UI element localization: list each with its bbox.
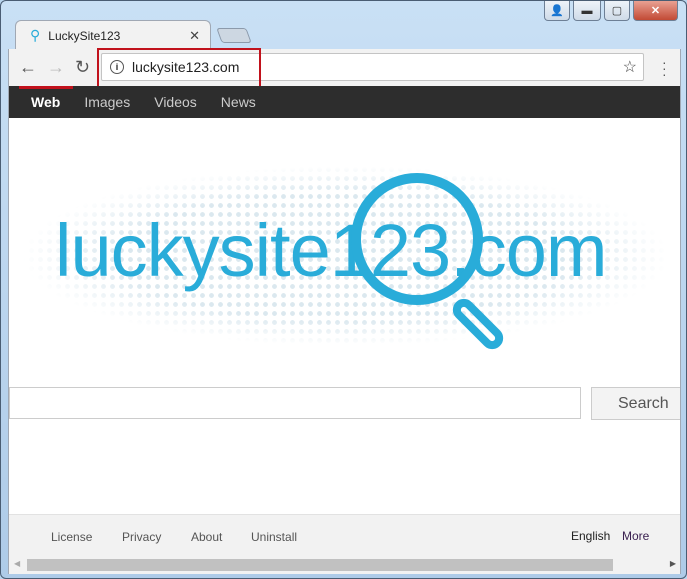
highlight-box: [97, 48, 261, 89]
search-input[interactable]: [9, 387, 581, 419]
site-logo: luckysite123.com: [55, 209, 608, 292]
new-tab-button[interactable]: [216, 28, 252, 43]
browser-window: 👤 ▬ ▢ ✕ ⚲ LuckySite123 ✕ ← → ↻ i luckysi…: [0, 0, 687, 579]
maximize-button[interactable]: ▢: [604, 1, 630, 21]
page-content: Web Images Videos News luckysite123.com …: [8, 86, 681, 574]
user-icon[interactable]: 👤: [544, 1, 570, 21]
close-button[interactable]: ✕: [633, 1, 678, 21]
scrollbar-thumb[interactable]: [27, 559, 613, 571]
nav-web[interactable]: Web: [31, 94, 60, 110]
footer-about[interactable]: About: [191, 530, 222, 544]
footer: License Privacy About Uninstall English …: [9, 514, 680, 574]
footer-license[interactable]: License: [51, 530, 92, 544]
star-icon[interactable]: ☆: [623, 57, 637, 77]
nav-news[interactable]: News: [221, 94, 256, 110]
nav-videos[interactable]: Videos: [154, 94, 197, 110]
minimize-button[interactable]: ▬: [573, 1, 601, 21]
footer-uninstall[interactable]: Uninstall: [251, 530, 297, 544]
footer-privacy[interactable]: Privacy: [122, 530, 161, 544]
language-link[interactable]: English: [571, 529, 610, 543]
magnifier-logo-icon: [351, 173, 483, 305]
reload-icon[interactable]: ↻: [75, 57, 90, 78]
menu-icon[interactable]: · · ·: [662, 55, 667, 81]
more-link[interactable]: More: [622, 529, 649, 543]
search-button[interactable]: Search: [591, 387, 680, 420]
scroll-right-icon[interactable]: ▶: [670, 559, 676, 568]
scroll-left-icon[interactable]: ◀: [14, 559, 20, 568]
back-icon[interactable]: ←: [19, 57, 37, 78]
active-indicator: [19, 86, 73, 89]
nav-images[interactable]: Images: [84, 94, 130, 110]
search-icon: ⚲: [30, 27, 41, 43]
forward-icon[interactable]: →: [47, 57, 65, 78]
browser-tab[interactable]: ⚲ LuckySite123 ✕: [15, 20, 211, 50]
tab-close-icon[interactable]: ✕: [189, 28, 200, 44]
top-nav: Web Images Videos News: [9, 86, 680, 118]
horizontal-scrollbar[interactable]: ◀ ▶: [9, 557, 680, 573]
tab-title: LuckySite123: [48, 28, 121, 43]
